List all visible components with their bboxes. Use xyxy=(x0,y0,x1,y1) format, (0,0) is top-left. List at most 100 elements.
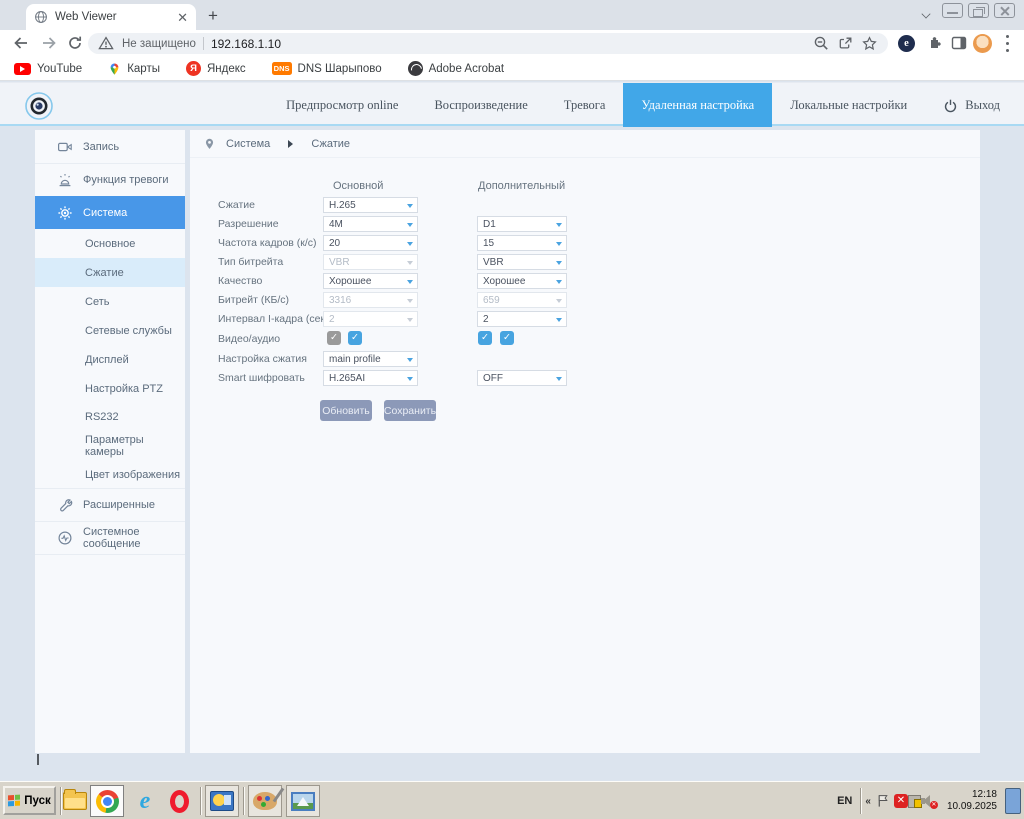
smart-encode-sub-select[interactable]: OFF xyxy=(477,370,567,386)
bookmark-yandex[interactable]: Я Яндекс xyxy=(186,61,246,76)
browser-menu-icon[interactable] xyxy=(1005,35,1009,52)
sidebar-sub-ptz[interactable]: Настройка PTZ xyxy=(35,374,185,403)
sidebar-item-record[interactable]: Запись xyxy=(35,130,185,163)
image-viewer-taskbar-button[interactable] xyxy=(286,785,320,817)
sidebar-sub-image-color[interactable]: Цвет изображения xyxy=(35,460,185,489)
opera-taskbar-icon[interactable] xyxy=(166,788,192,814)
nav-remote-settings[interactable]: Удаленная настройка xyxy=(623,83,772,127)
share-icon[interactable] xyxy=(837,35,854,52)
save-button[interactable]: Сохранить xyxy=(384,400,436,421)
quality-sub-select[interactable]: Хорошее xyxy=(477,273,567,289)
iframe-interval-sub-select[interactable]: 2 xyxy=(477,311,567,327)
row-compression-profile: Настройка сжатия main profile xyxy=(190,350,980,369)
sidebar-sub-rs232[interactable]: RS232 xyxy=(35,402,185,431)
quality-main-select[interactable]: Хорошее xyxy=(323,273,418,289)
sidebar-sub-network-services[interactable]: Сетевые службы xyxy=(35,316,185,345)
yandex-icon: Я xyxy=(186,61,201,76)
sidebar-sub-network[interactable]: Сеть xyxy=(35,287,185,316)
muted-speaker-tray-icon[interactable]: ✕ xyxy=(921,794,937,808)
row-bitrate-type: Тип битрейта VBR VBR xyxy=(190,253,980,272)
smart-encode-main-select[interactable]: H.265AI xyxy=(323,370,418,386)
bookmark-star-icon[interactable] xyxy=(861,35,878,52)
forward-icon[interactable] xyxy=(40,34,58,52)
display-settings-taskbar-button[interactable] xyxy=(205,785,239,817)
screen: Web Viewer ✕ + Не защищено 192.168.1.10 xyxy=(0,0,1024,819)
bookmark-dns[interactable]: DNS DNS Шарыпово xyxy=(272,62,382,75)
explorer-taskbar-icon[interactable] xyxy=(62,788,88,814)
column-header-sub: Дополнительный xyxy=(478,180,565,192)
column-header-main: Основной xyxy=(333,180,383,192)
sidebar-item-system[interactable]: Система xyxy=(35,196,185,229)
paint-icon xyxy=(253,792,277,810)
bitrate-type-main-select: VBR xyxy=(323,254,418,270)
security-alert-tray-icon[interactable]: ✕ xyxy=(894,794,908,808)
sidebar-item-advanced[interactable]: Расширенные xyxy=(35,488,185,521)
siren-icon xyxy=(57,172,73,188)
nav-alarm[interactable]: Тревога xyxy=(546,83,624,127)
nav-playback[interactable]: Воспроизведение xyxy=(416,83,545,127)
sidebar-item-system-message[interactable]: Системное сообщение xyxy=(35,521,185,554)
side-panel-icon[interactable] xyxy=(950,34,968,52)
language-indicator[interactable]: EN xyxy=(829,795,860,807)
breadcrumb-page: Сжатие xyxy=(311,138,350,150)
sidebar-item-alarm-function[interactable]: Функция тревоги xyxy=(35,163,185,196)
row-quality: Качество Хорошее Хорошее xyxy=(190,272,980,291)
sidebar-sub-display[interactable]: Дисплей xyxy=(35,345,185,374)
nav-local-settings[interactable]: Локальные настройки xyxy=(772,83,925,127)
sidebar-sub-compression[interactable]: Сжатие xyxy=(35,258,185,287)
zoom-icon[interactable] xyxy=(813,35,830,52)
row-video-audio: Видео/аудио xyxy=(190,330,980,349)
audio-main-checkbox[interactable] xyxy=(348,331,362,345)
clock[interactable]: 12:18 10.09.2025 xyxy=(937,789,1005,813)
bookmark-maps[interactable]: Карты xyxy=(108,61,160,77)
bookmarks-bar: YouTube Карты Я Яндекс DNS DNS Шарыпово … xyxy=(0,57,1024,81)
main-nav: Предпросмотр online Воспроизведение Трев… xyxy=(268,83,1018,127)
internet-explorer-taskbar-icon[interactable]: e xyxy=(132,788,158,814)
back-icon[interactable] xyxy=(12,34,30,52)
browser-toolbar: Не защищено 192.168.1.10 e xyxy=(0,30,1024,57)
compression-main-select[interactable]: H.265 xyxy=(323,197,418,213)
bitrate-main-select: 3316 xyxy=(323,292,418,308)
breadcrumb-arrow-icon xyxy=(288,140,293,148)
video-sub-checkbox[interactable] xyxy=(478,331,492,345)
profile-avatar[interactable] xyxy=(973,34,992,53)
tab-close-icon[interactable]: ✕ xyxy=(177,11,188,24)
tray-expand-icon[interactable]: « xyxy=(865,796,871,807)
audio-sub-checkbox[interactable] xyxy=(500,331,514,345)
browser-tab[interactable]: Web Viewer ✕ xyxy=(26,4,196,30)
sidebar-sub-camera-params[interactable]: Параметры камеры xyxy=(35,431,185,460)
breadcrumb-section[interactable]: Система xyxy=(226,138,270,150)
window-close-button[interactable] xyxy=(994,3,1015,18)
new-tab-button[interactable]: + xyxy=(208,7,218,24)
bookmark-acrobat[interactable]: Adobe Acrobat xyxy=(408,61,504,76)
window-restore-button[interactable] xyxy=(968,3,989,18)
browser-tab-strip: Web Viewer ✕ + xyxy=(0,0,1024,30)
nav-preview-online[interactable]: Предпросмотр online xyxy=(268,83,416,127)
chrome-taskbar-button[interactable] xyxy=(90,785,124,817)
update-lock-tray-icon[interactable] xyxy=(908,795,921,808)
resolution-sub-select[interactable]: D1 xyxy=(477,216,567,232)
extension-e-icon[interactable]: e xyxy=(898,35,915,52)
reload-icon[interactable] xyxy=(66,34,84,52)
security-label: Не защищено xyxy=(122,38,196,50)
sidebar-sub-general[interactable]: Основное xyxy=(35,229,185,258)
resolution-main-select[interactable]: 4M xyxy=(323,216,418,232)
youtube-icon xyxy=(14,63,31,75)
show-desktop-button[interactable] xyxy=(1005,788,1021,814)
nav-logout[interactable]: Выход xyxy=(925,83,1018,127)
window-minimize-button[interactable] xyxy=(942,3,963,18)
bookmark-youtube[interactable]: YouTube xyxy=(14,63,82,75)
bitrate-type-sub-select[interactable]: VBR xyxy=(477,254,567,270)
refresh-button[interactable]: Обновить xyxy=(320,400,372,421)
framerate-main-select[interactable]: 20 xyxy=(323,235,418,251)
paint-taskbar-button[interactable] xyxy=(248,785,282,817)
start-button[interactable]: Пуск xyxy=(3,786,56,815)
extensions-puzzle-icon[interactable] xyxy=(925,34,943,52)
address-bar[interactable]: Не защищено 192.168.1.10 xyxy=(88,33,888,54)
flag-tray-icon[interactable] xyxy=(876,793,892,809)
dns-icon: DNS xyxy=(272,62,292,75)
iframe-interval-main-select: 2 xyxy=(323,311,418,327)
profile-main-select[interactable]: main profile xyxy=(323,351,418,367)
framerate-sub-select[interactable]: 15 xyxy=(477,235,567,251)
tab-search-chevron-icon[interactable] xyxy=(922,9,931,18)
